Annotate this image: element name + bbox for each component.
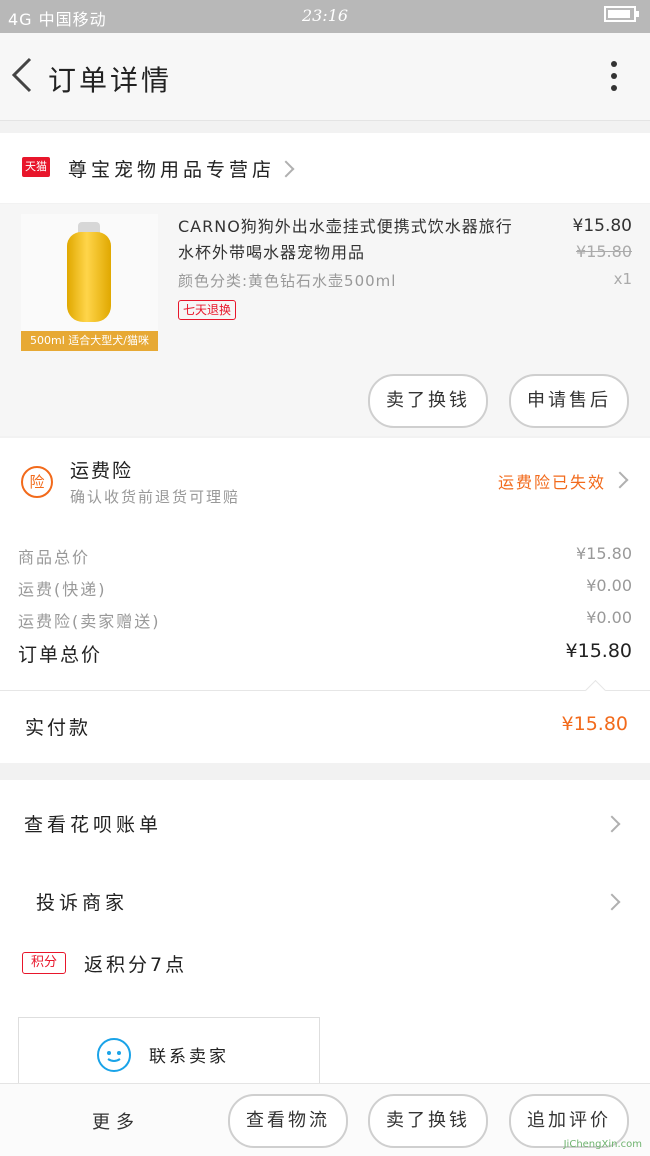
product-spec: 颜色分类:黄色钻石水壶500ml	[178, 272, 397, 290]
bottom-action-bar: 更多 查看物流 卖了换钱 追加评价 JiChengXin.com	[0, 1083, 650, 1156]
battery-icon	[604, 5, 640, 27]
price-summary: 商品总价 ¥15.80 运费(快递) ¥0.00 运费险(卖家赠送) ¥0.00…	[0, 524, 650, 690]
amount-paid-label: 实付款	[25, 717, 92, 739]
order-total-row: 订单总价 ¥15.80	[18, 640, 632, 667]
summary-value: ¥15.80	[565, 640, 632, 662]
status-bar: 4G 中国移动 23:16	[0, 0, 650, 33]
product-image[interactable]: 500ml 适合大型犬/猫咪	[21, 214, 158, 351]
summary-row: 运费险(卖家赠送) ¥0.00	[18, 608, 632, 632]
more-button[interactable]: 更多	[92, 1108, 140, 1134]
summary-value: ¥15.80	[576, 544, 632, 563]
amount-paid-value: ¥15.80	[561, 713, 628, 735]
back-arrow-icon[interactable]	[8, 55, 38, 95]
page-title: 订单详情	[48, 64, 173, 97]
resell-button[interactable]: 卖了换钱	[368, 1094, 488, 1148]
nav-header: 订单详情	[0, 33, 650, 121]
view-logistics-button[interactable]: 查看物流	[228, 1094, 348, 1148]
summary-label: 运费(快递)	[18, 580, 107, 599]
chevron-right-icon	[611, 471, 629, 489]
freight-insurance-row[interactable]: 险 运费险 确认收货前退货可理赔 运费险已失效	[0, 438, 650, 524]
product-title: CARNO狗狗外出水壶挂式便携式饮水器旅行水杯外带喝水器宠物用品	[178, 217, 513, 262]
huabei-bill-label: 查看花呗账单	[24, 814, 163, 836]
chevron-right-icon	[277, 160, 295, 178]
points-badge: 积分	[22, 952, 66, 974]
summary-row: 商品总价 ¥15.80	[18, 544, 632, 568]
store-name: 尊宝宠物用品专营店	[68, 159, 276, 181]
product-original-price: ¥15.80	[576, 242, 632, 261]
more-options-icon[interactable]	[608, 57, 620, 97]
summary-value: ¥0.00	[586, 608, 632, 627]
summary-label: 运费险(卖家赠送)	[18, 612, 161, 631]
after-sales-button[interactable]: 申请售后	[509, 374, 629, 428]
summary-row: 运费(快递) ¥0.00	[18, 576, 632, 600]
huabei-bill-row[interactable]: 查看花呗账单	[0, 788, 650, 858]
complain-row[interactable]: 投诉商家	[0, 866, 650, 936]
contact-seller-label: 联系卖家	[149, 1047, 229, 1067]
watermark: JiChengXin.com	[563, 1139, 642, 1150]
points-text: 返积分7点	[84, 954, 188, 976]
product-image-caption: 500ml 适合大型犬/猫咪	[21, 331, 158, 351]
bottle-shape	[67, 232, 111, 322]
summary-label: 订单总价	[18, 644, 103, 666]
insurance-subtitle: 确认收货前退货可理赔	[70, 488, 241, 506]
store-row[interactable]: 天猫 尊宝宠物用品专营店	[0, 133, 650, 203]
resell-button[interactable]: 卖了换钱	[368, 374, 488, 428]
return-policy-tag: 七天退换	[178, 300, 237, 320]
chevron-right-icon	[603, 893, 621, 911]
insurance-title: 运费险	[70, 460, 134, 482]
product-card[interactable]: 500ml 适合大型犬/猫咪 CARNO狗狗外出水壶挂式便携式饮水器旅行水杯外带…	[0, 204, 650, 436]
complain-label: 投诉商家	[36, 892, 129, 914]
product-price: ¥15.80	[572, 216, 632, 236]
chevron-right-icon	[603, 815, 621, 833]
summary-label: 商品总价	[18, 548, 91, 567]
tmall-badge: 天猫	[22, 157, 50, 177]
amount-paid-row: 实付款 ¥15.80	[0, 679, 650, 763]
insurance-status: 运费险已失效	[497, 473, 606, 492]
chat-face-icon	[97, 1038, 131, 1072]
clock: 23:16	[301, 6, 349, 25]
insurance-icon: 险	[21, 466, 53, 498]
product-quantity: x1	[613, 270, 632, 288]
summary-value: ¥0.00	[586, 576, 632, 595]
